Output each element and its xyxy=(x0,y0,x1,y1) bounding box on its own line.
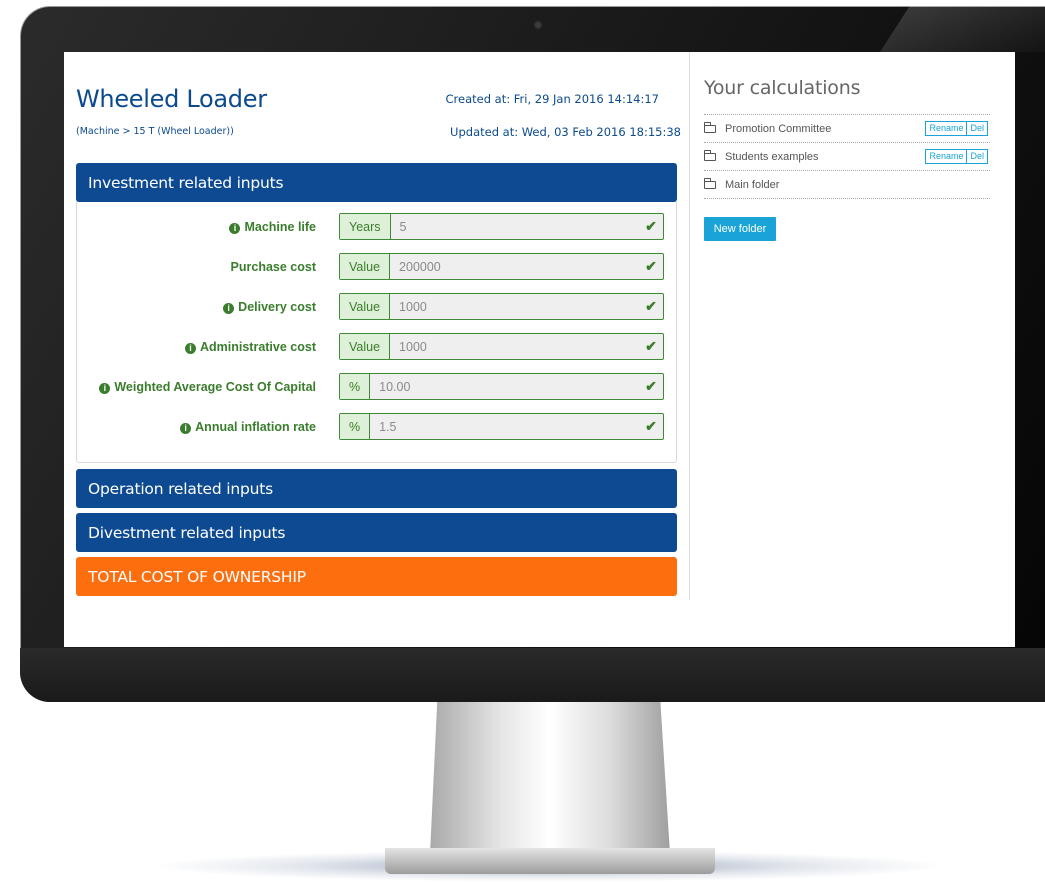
input-group: %✔ xyxy=(339,413,664,440)
value-input[interactable] xyxy=(390,214,639,239)
screen: Wheeled Loader (Machine > 15 T (Wheel Lo… xyxy=(64,52,1015,647)
folder-list: Promotion Committee Rename Del Students … xyxy=(703,114,990,199)
input-group: Value ✔ xyxy=(339,253,664,280)
new-folder-button[interactable]: New folder xyxy=(704,217,776,241)
webcam-icon xyxy=(535,22,541,28)
input-row: iDelivery cost Value ✔ xyxy=(77,293,678,320)
input-label-text: Purchase cost xyxy=(230,260,316,274)
input-label-text: Machine life xyxy=(244,220,316,234)
info-icon[interactable]: i xyxy=(184,343,196,354)
input-group: Value ✔ xyxy=(339,293,664,320)
unit-addon: Value xyxy=(340,294,391,319)
input-label: i Annual inflation rate xyxy=(180,420,316,434)
folder-item[interactable]: Students examples Rename Del xyxy=(703,143,990,171)
value-input[interactable] xyxy=(390,294,639,319)
folder-name: Main folder xyxy=(725,178,780,191)
total-cost-header[interactable]: TOTAL COST OF OWNERSHIP xyxy=(76,557,677,596)
input-label: i Weighted Average Cost Of Capital xyxy=(99,380,316,394)
folder-icon xyxy=(703,149,716,161)
delete-button[interactable]: Del xyxy=(967,121,988,136)
input-label: i Administrative cost xyxy=(184,340,316,354)
delete-button[interactable]: Del xyxy=(967,149,988,164)
monitor-chin xyxy=(20,648,1045,702)
checkmark-icon: ✔ xyxy=(645,218,657,234)
input-row: iAdministrative cost Value ✔ xyxy=(77,333,678,360)
investment-section-body: iMachine lifeYears✔Purchase costValue✔iD… xyxy=(76,201,677,463)
created-timestamp: Created at: Fri, 29 Jan 2016 14:14:17 xyxy=(445,92,659,106)
unit-addon: Value xyxy=(340,334,391,359)
page-title: Wheeled Loader xyxy=(76,85,267,113)
input-row: Purchase cost Value ✔ xyxy=(77,253,678,280)
input-label-text: Annual inflation rate xyxy=(195,420,316,434)
folder-actions: Rename Del xyxy=(925,149,988,164)
value-input[interactable] xyxy=(390,254,639,279)
rename-button[interactable]: Rename xyxy=(925,149,968,164)
monitor-stand-neck xyxy=(430,702,670,854)
rename-button[interactable]: Rename xyxy=(925,121,968,136)
checkmark-icon: ✔ xyxy=(645,418,657,434)
info-icon[interactable]: i xyxy=(99,383,111,394)
unit-addon: % xyxy=(340,374,371,399)
input-label-text: Weighted Average Cost Of Capital xyxy=(114,380,316,394)
info-icon[interactable]: i xyxy=(223,303,235,314)
unit-addon: Value xyxy=(340,254,391,279)
input-group: %✔ xyxy=(339,373,664,400)
unit-addon: Years xyxy=(340,214,391,239)
folder-actions: Rename Del xyxy=(925,121,988,136)
folder-icon xyxy=(703,177,716,189)
input-label: Purchase cost xyxy=(231,260,316,274)
folder-name: Students examples xyxy=(725,150,819,163)
info-icon[interactable]: i xyxy=(180,423,192,434)
input-label: i Delivery cost xyxy=(223,300,316,314)
sidebar-title: Your calculations xyxy=(704,77,861,99)
input-label-text: Delivery cost xyxy=(238,300,316,314)
checkmark-icon: ✔ xyxy=(645,258,657,274)
value-input[interactable] xyxy=(370,414,639,439)
input-label-text: Administrative cost xyxy=(199,340,316,354)
updated-timestamp: Updated at: Wed, 03 Feb 2016 18:15:38 xyxy=(450,125,681,139)
checkmark-icon: ✔ xyxy=(645,378,657,394)
folder-item[interactable]: Main folder xyxy=(703,171,990,199)
input-row: iWeighted Average Cost Of Capital%✔ xyxy=(77,373,678,400)
investment-section-header[interactable]: Investment related inputs xyxy=(76,163,677,202)
input-row: iMachine life Years ✔ xyxy=(77,213,678,240)
input-row: iAnnual inflation rate%✔ xyxy=(77,413,678,440)
input-group: Value ✔ xyxy=(339,333,664,360)
checkmark-icon: ✔ xyxy=(645,298,657,314)
folder-item[interactable]: Promotion Committee Rename Del xyxy=(703,115,990,143)
machine-category: (Machine > 15 T (Wheel Loader)) xyxy=(76,126,234,137)
folder-icon xyxy=(703,121,716,133)
info-icon[interactable]: i xyxy=(229,223,241,234)
main-column: Wheeled Loader (Machine > 15 T (Wheel Lo… xyxy=(76,52,681,647)
monitor-stand-base xyxy=(385,848,715,874)
value-input[interactable] xyxy=(370,374,639,399)
input-label: i Machine life xyxy=(229,220,316,234)
value-input[interactable] xyxy=(390,334,639,359)
calculations-sidebar: Your calculations Promotion Committee Re… xyxy=(689,52,1015,600)
folder-name: Promotion Committee xyxy=(725,122,832,135)
divestment-section-header[interactable]: Divestment related inputs xyxy=(76,513,677,552)
operation-section-header[interactable]: Operation related inputs xyxy=(76,469,677,508)
input-group: Years ✔ xyxy=(339,213,664,240)
checkmark-icon: ✔ xyxy=(645,338,657,354)
unit-addon: % xyxy=(340,414,371,439)
